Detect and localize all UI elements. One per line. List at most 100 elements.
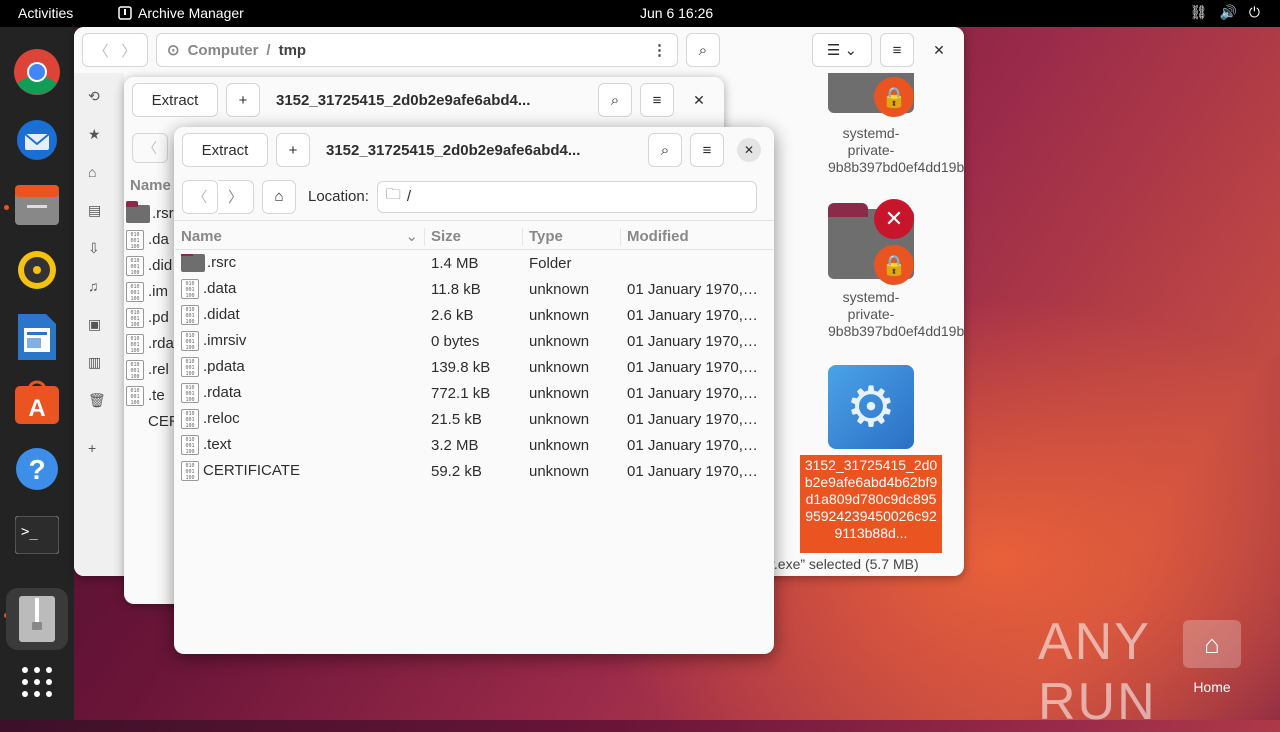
home-button[interactable]: ⌂	[262, 179, 296, 214]
col-size[interactable]: Size	[425, 227, 523, 246]
item-name: .im	[148, 283, 168, 300]
forward-button[interactable]: 〉	[218, 179, 254, 214]
search-icon: ⌕	[698, 41, 708, 59]
table-row[interactable]: 010 001 100 .imrsiv 0 bytes unknown 01 January…	[175, 328, 773, 354]
sidebar-music-icon[interactable]: ♫	[88, 278, 99, 294]
help-icon[interactable]: ?	[12, 444, 62, 494]
table-row[interactable]: .rsrc 1.4 MB Folder	[175, 250, 773, 276]
nav-back-forward[interactable]: 〈 〉	[82, 33, 148, 67]
writer-icon[interactable]	[12, 312, 62, 362]
hamburger-icon: ≡	[702, 141, 712, 159]
activities-button[interactable]: Activities	[18, 5, 73, 21]
app-menu[interactable]: Archive Manager	[118, 5, 244, 21]
binary-file-icon: 010 001 100	[181, 279, 199, 299]
list-item[interactable]: 010 001 100 .rda	[126, 331, 180, 357]
archive-window[interactable]: Extract + 3152_31725415_2d0b2e9afe6abd4.…	[174, 127, 774, 654]
binary-file-icon: 010 001 100	[126, 360, 144, 381]
sidebar-pictures-icon[interactable]: ▣	[88, 316, 101, 333]
exe-item[interactable]: ⚙ 3152_31725415_2d0b2e9afe6abd4b62bf9d1a…	[800, 365, 942, 553]
running-indicator	[4, 205, 9, 210]
binary-file-icon: 010 001 100	[181, 331, 199, 351]
sidebar-videos-icon[interactable]: ▥	[88, 354, 101, 371]
folder-item[interactable]: ✕ 🔒 systemd-private-9b8b397bd0ef4dd19b37…	[828, 199, 964, 340]
list-item[interactable]: CER	[126, 409, 180, 435]
folder-item[interactable]: 🔒 systemd-private-9b8b397bd0ef4dd19b3713…	[828, 73, 964, 176]
sidebar-home-icon[interactable]: ⌂	[88, 164, 96, 180]
add-button[interactable]: +	[276, 133, 310, 167]
menu-button[interactable]: ≡	[880, 33, 914, 67]
folder-tab	[828, 203, 868, 217]
lock-icon: 🔒	[874, 245, 914, 285]
clock[interactable]: Jun 6 16:26	[640, 5, 713, 21]
apps-grid-icon[interactable]	[12, 657, 62, 707]
list-item[interactable]: 010 001 100 .im	[126, 279, 180, 305]
chrome-icon[interactable]	[12, 47, 62, 97]
menu-button[interactable]: ≡	[690, 133, 724, 167]
files-headerbar: 〈 〉 ⊙ Computer / tmp ⋮ ⌕ ☰ ⌄ ≡ ✕	[74, 27, 964, 73]
sidebar-downloads-icon[interactable]: ⇩	[88, 240, 100, 257]
software-icon[interactable]: A	[12, 377, 62, 427]
table-row[interactable]: 010 001 100 .reloc 21.5 kB unknown 01 January …	[175, 406, 773, 432]
path-menu-icon[interactable]: ⋮	[652, 41, 667, 59]
search-button[interactable]: ⌕	[648, 133, 682, 167]
sidebar-starred-icon[interactable]: ★	[88, 126, 101, 143]
table-row[interactable]: 010 001 100 .pdata 139.8 kB unknown 01 January…	[175, 354, 773, 380]
back-button[interactable]: 〈	[132, 133, 168, 163]
list-item[interactable]: 010 001 100 .pd	[126, 305, 180, 331]
menu-button[interactable]: ≡	[640, 83, 674, 117]
cell-modified: 01 January 1970,…	[627, 410, 758, 428]
search-button[interactable]: ⌕	[686, 33, 720, 67]
terminal-icon[interactable]: >_	[12, 510, 62, 560]
col-type[interactable]: Type	[523, 227, 621, 246]
close-button[interactable]: ✕	[922, 42, 956, 59]
list-item[interactable]: 010 001 100 .did	[126, 253, 180, 279]
binary-file-icon: 010 001 100	[126, 386, 144, 407]
files-icon[interactable]	[12, 180, 62, 230]
list-item[interactable]: .rsr	[126, 201, 180, 227]
extract-button[interactable]: Extract	[182, 133, 268, 167]
close-button[interactable]: ✕	[732, 133, 766, 167]
thunderbird-icon[interactable]	[12, 113, 62, 163]
sidebar-recent-icon[interactable]: ⟲	[88, 88, 100, 105]
sidebar-other-icon[interactable]: +	[88, 440, 96, 456]
table-row[interactable]: 010 001 100 .data 11.8 kB unknown 01 January 1…	[175, 276, 773, 302]
cell-modified: 01 January 1970,…	[627, 462, 758, 480]
col-name[interactable]: Name	[130, 177, 171, 194]
sidebar-documents-icon[interactable]: ▤	[88, 202, 101, 219]
cell-type: unknown	[529, 436, 590, 454]
archive-manager-icon[interactable]	[6, 588, 68, 650]
list-item[interactable]: 010 001 100 .te	[126, 383, 180, 409]
view-toggle[interactable]: ☰ ⌄	[812, 33, 872, 67]
file-table: Name ⌄ Size Type Modified .rsrc 1.4 MB Fold…	[175, 224, 773, 484]
table-row[interactable]: 010 001 100 .text 3.2 MB unknown 01 January 19…	[175, 432, 773, 458]
sidebar-trash-icon[interactable]: 🗑	[88, 392, 106, 409]
file-name: .data	[203, 279, 237, 297]
unreadable-icon: ✕	[874, 199, 914, 239]
binary-file-icon: 010 001 100	[126, 230, 144, 251]
cell-modified: 01 January 1970,…	[627, 280, 758, 298]
rhythmbox-icon[interactable]	[12, 245, 62, 295]
back-button[interactable]: 〈	[182, 179, 218, 214]
archive-app-icon	[118, 6, 132, 20]
search-button[interactable]: ⌕	[598, 83, 632, 117]
file-name: .pdata	[203, 357, 245, 375]
table-row[interactable]: 010 001 100 CERTIFICATE 59.2 kB unknown 01 Jan…	[175, 458, 773, 484]
item-name: .rel	[148, 361, 169, 378]
cell-modified: 01 January 1970,…	[627, 306, 758, 324]
path-root[interactable]: Computer	[188, 42, 259, 59]
extract-button[interactable]: Extract	[132, 83, 218, 117]
path-current[interactable]: tmp	[279, 42, 307, 59]
path-bar[interactable]: ⊙ Computer / tmp ⋮	[156, 33, 678, 67]
table-row[interactable]: 010 001 100 .didat 2.6 kB unknown 01 January 1…	[175, 302, 773, 328]
table-row[interactable]: 010 001 100 .rdata 772.1 kB unknown 01 January…	[175, 380, 773, 406]
cell-size: 2.6 kB	[431, 306, 474, 324]
system-tray[interactable]: ⛓ 🔊 ⏻	[1190, 4, 1260, 21]
close-button[interactable]: ✕	[682, 92, 716, 109]
list-item[interactable]: 010 001 100 .da	[126, 227, 180, 253]
list-item[interactable]: 010 001 100 .rel	[126, 357, 180, 383]
add-button[interactable]: +	[226, 83, 260, 117]
item-name: .pd	[148, 309, 169, 326]
col-modified[interactable]: Modified	[621, 228, 773, 246]
location-input[interactable]: 🗀 /	[376, 180, 757, 213]
col-name[interactable]: Name ⌄	[175, 227, 425, 246]
